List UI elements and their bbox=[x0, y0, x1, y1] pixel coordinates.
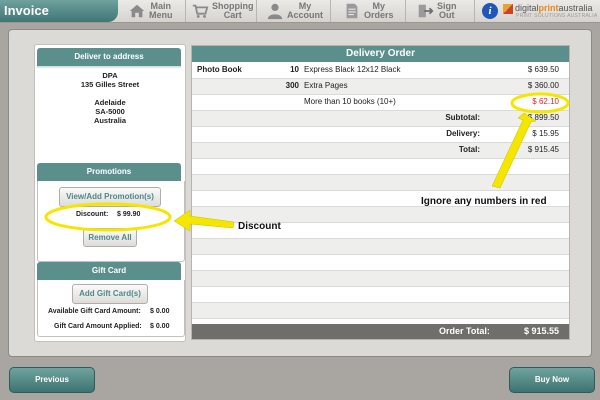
available-gift-card-value: $ 0.00 bbox=[150, 308, 170, 315]
nav-label: Out bbox=[439, 10, 455, 20]
order-total-value: $ 915.55 bbox=[523, 326, 559, 336]
sign-out-icon bbox=[418, 4, 434, 18]
table-row: Subtotal: $ 899.50 bbox=[192, 111, 569, 127]
nav-label: Orders bbox=[364, 10, 394, 20]
top-toolbar: Invoice Main Menu Shopping Cart My Account … bbox=[0, 0, 600, 23]
table-row bbox=[192, 271, 569, 287]
item-desc: Express Black 12x12 Black bbox=[304, 65, 401, 74]
table-row: 300 Extra Pages $ 360.00 bbox=[192, 79, 569, 95]
brand-logo: digitalprintaustralia PRINT SOLUTIONS AU… bbox=[503, 3, 599, 20]
item-name: Photo Book bbox=[197, 65, 242, 74]
table-row: Delivery: $ 15.95 bbox=[192, 127, 569, 143]
table-row bbox=[192, 255, 569, 271]
table-row: Photo Book 10 Express Black 12x12 Black … bbox=[192, 63, 569, 79]
item-qty: 10 bbox=[290, 65, 299, 74]
item-desc: Extra Pages bbox=[304, 81, 348, 90]
table-row bbox=[192, 303, 569, 319]
address-line: SA-5000 bbox=[95, 107, 125, 116]
previous-button[interactable]: Previous bbox=[9, 367, 95, 393]
info-icon[interactable]: i bbox=[482, 3, 498, 19]
nav-label: Cart bbox=[223, 10, 242, 20]
delivery-order-panel: Delivery Order Photo Book 10 Express Bla… bbox=[191, 45, 570, 340]
gift-card-header: Gift Card bbox=[37, 262, 181, 283]
address-header: Deliver to address bbox=[37, 48, 181, 69]
gift-card-applied-value: $ 0.00 bbox=[150, 323, 170, 330]
delivery-value: $ 15.95 bbox=[532, 129, 559, 138]
address-line: 135 Gilles Street bbox=[80, 80, 140, 89]
item-amount: $ 639.50 bbox=[527, 65, 559, 74]
red-numbers-annotation: Ignore any numbers in red bbox=[421, 196, 547, 207]
view-add-promotions-button[interactable]: View/Add Promotion(s) bbox=[59, 187, 161, 207]
add-gift-card-button[interactable]: Add Gift Card(s) bbox=[72, 284, 148, 304]
cart-icon bbox=[192, 4, 209, 18]
table-row: Total: $ 915.45 bbox=[192, 143, 569, 159]
delivery-order-header: Delivery Order bbox=[192, 46, 569, 62]
total-value: $ 915.45 bbox=[527, 145, 559, 154]
table-row bbox=[192, 175, 569, 191]
address-line: Australia bbox=[93, 116, 127, 125]
address-line: Adelaide bbox=[94, 98, 126, 107]
item-amount-red: $ 62.10 bbox=[532, 97, 559, 106]
subtotal-label: Subtotal: bbox=[445, 113, 480, 122]
buy-now-button[interactable]: Buy Now bbox=[509, 367, 595, 393]
table-row bbox=[192, 159, 569, 175]
logo-mark-icon bbox=[503, 3, 513, 14]
available-gift-card-label: Available Gift Card Amount: bbox=[48, 308, 141, 315]
table-row: More than 10 books (10+) $ 62.10 bbox=[192, 95, 569, 111]
item-desc: More than 10 books (10+) bbox=[304, 97, 396, 106]
nav-shopping-cart[interactable]: Shopping Cart bbox=[191, 0, 254, 22]
nav-sign-out[interactable]: Sign Out bbox=[416, 0, 457, 22]
nav-label: Menu bbox=[149, 10, 173, 20]
gift-card-applied-label: Gift Card Amount Applied: bbox=[54, 323, 142, 330]
document-icon bbox=[346, 3, 358, 19]
discount-label: Discount: bbox=[76, 211, 109, 218]
nav-my-orders[interactable]: My Orders bbox=[343, 0, 394, 22]
order-total-bar: Order Total: $ 915.55 bbox=[192, 324, 569, 339]
delivery-label: Delivery: bbox=[446, 129, 480, 138]
item-qty: 300 bbox=[285, 81, 299, 90]
discount-annotation: Discount bbox=[238, 221, 281, 232]
promotions-header: Promotions bbox=[37, 163, 181, 184]
home-icon bbox=[129, 4, 145, 18]
table-row bbox=[192, 239, 569, 255]
subtotal-value: $ 899.50 bbox=[527, 113, 559, 122]
discount-value: $ 99.90 bbox=[117, 211, 141, 218]
user-icon bbox=[267, 3, 283, 20]
remove-all-button[interactable]: Remove All bbox=[83, 228, 137, 247]
address-line: DPA bbox=[102, 71, 118, 80]
order-total-label: Order Total: bbox=[439, 326, 490, 336]
nav-label: Account bbox=[287, 10, 323, 20]
table-row bbox=[192, 287, 569, 303]
item-amount: $ 360.00 bbox=[527, 81, 559, 90]
total-label: Total: bbox=[458, 145, 480, 154]
nav-my-account[interactable]: My Account bbox=[266, 0, 323, 22]
window-title: Invoice bbox=[0, 0, 118, 22]
left-sidebar: Deliver to address DPA 135 Gilles Street… bbox=[34, 44, 186, 342]
nav-main-menu[interactable]: Main Menu bbox=[128, 0, 173, 22]
